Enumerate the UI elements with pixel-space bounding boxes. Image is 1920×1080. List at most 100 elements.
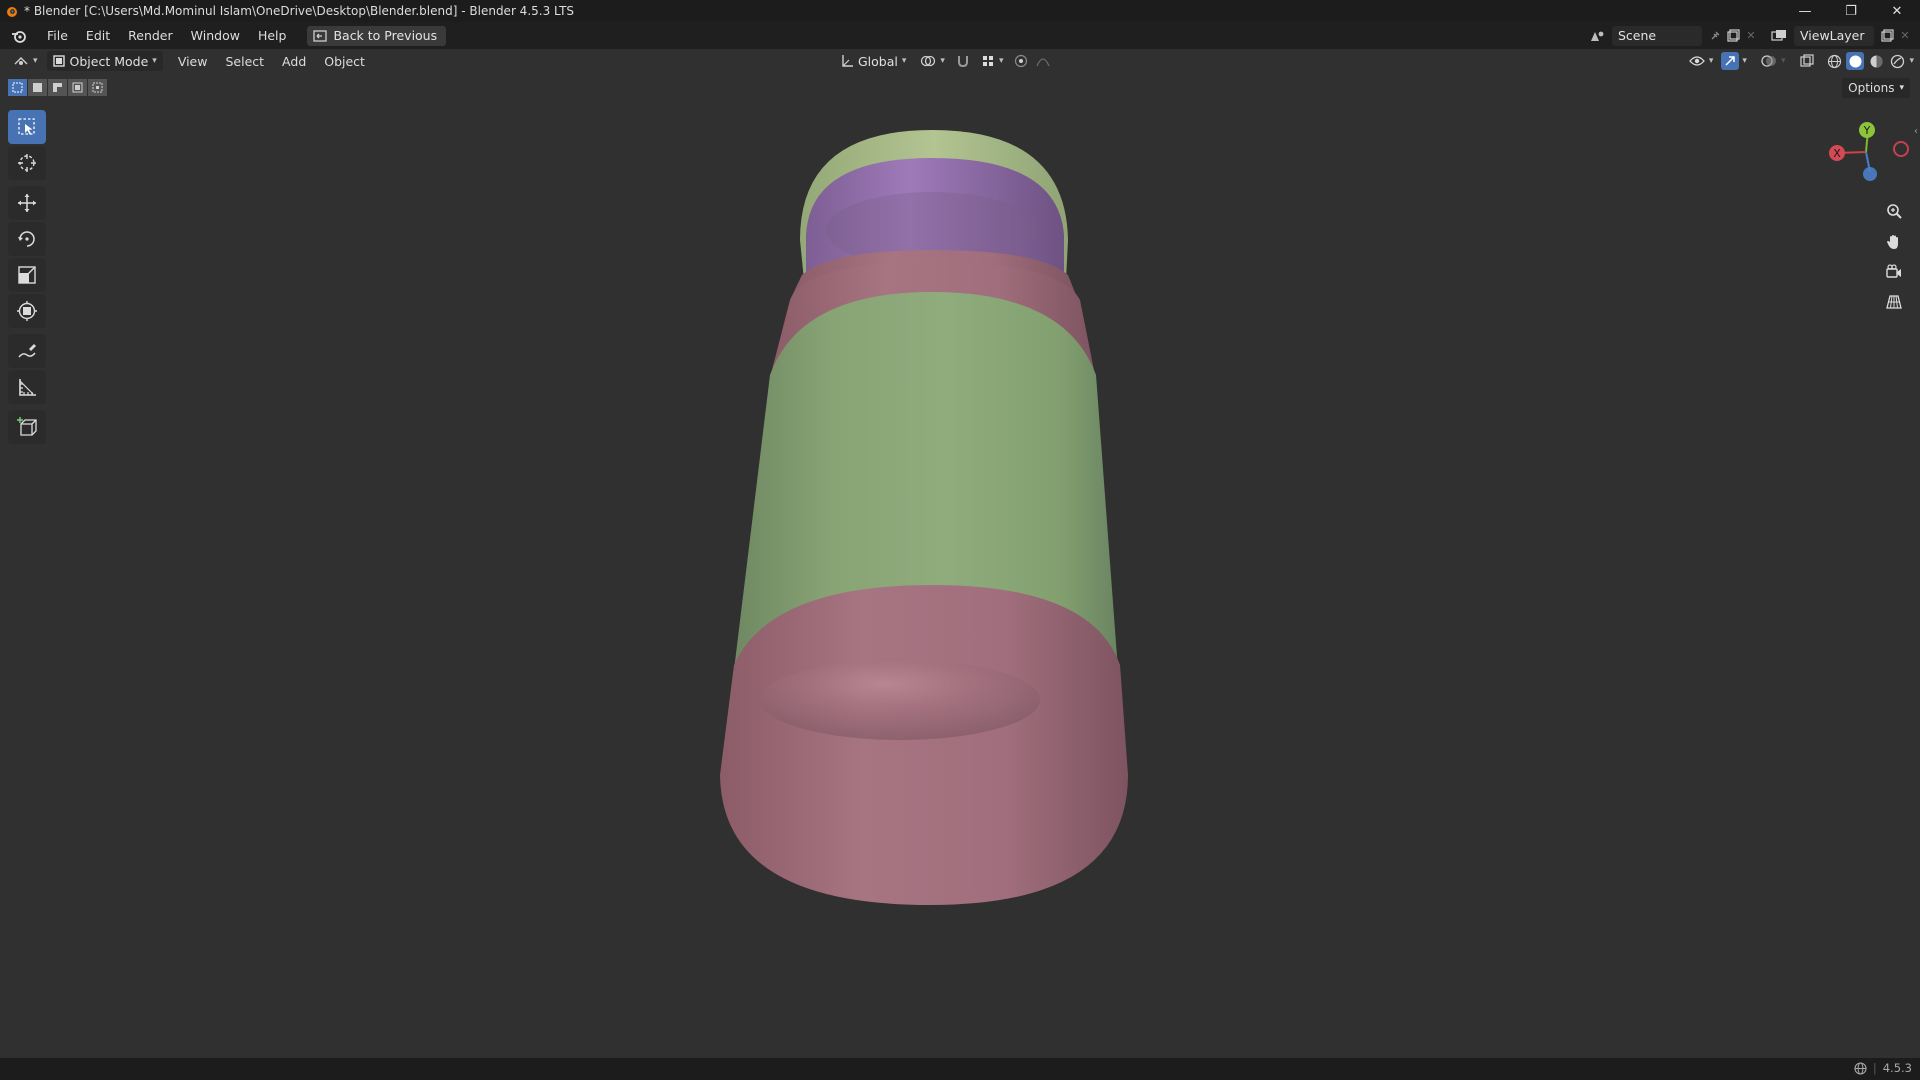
snap-toggle-icon[interactable] (954, 52, 972, 70)
pin-icon[interactable] (1706, 27, 1724, 45)
scene-name-field[interactable]: Scene (1612, 25, 1702, 46)
menu-window[interactable]: Window (182, 28, 249, 43)
select-new-icon[interactable] (8, 79, 27, 96)
scene-selector-icon[interactable] (1588, 27, 1606, 45)
3d-viewport-icon (14, 57, 28, 65)
transform-tool[interactable] (8, 294, 46, 328)
sidebar-toggle-icon[interactable]: ‹ (1914, 126, 1918, 137)
new-scene-icon[interactable] (1724, 27, 1742, 45)
editor-type-dropdown[interactable]: ▾ (8, 51, 43, 71)
blender-menu-icon[interactable] (8, 26, 30, 46)
mode-label: Object Mode (69, 53, 149, 69)
measure-tool[interactable] (8, 370, 46, 404)
options-dropdown[interactable]: Options ▾ (1842, 78, 1910, 98)
minimize-button[interactable]: — (1782, 0, 1828, 22)
gizmo-z-axis[interactable] (1863, 167, 1877, 181)
gizmo-dropdown-chevron[interactable]: ▾ (1742, 56, 1747, 66)
menu-select[interactable]: Select (216, 54, 273, 69)
select-box-tool[interactable] (8, 110, 46, 144)
scene-name: Scene (1618, 28, 1657, 43)
back-to-previous-button[interactable]: Back to Previous (307, 25, 447, 46)
menu-edit[interactable]: Edit (77, 28, 119, 43)
object-mode-icon (52, 55, 65, 67)
menu-file[interactable]: File (38, 28, 77, 43)
menu-help[interactable]: Help (249, 28, 296, 43)
menu-add[interactable]: Add (273, 54, 315, 69)
pan-hand-icon (1887, 235, 1898, 249)
overlays-dropdown-chevron[interactable]: ▾ (1781, 56, 1786, 66)
transform-icon (17, 301, 37, 321)
zoom-button[interactable] (1880, 198, 1908, 226)
select-invert-icon[interactable] (68, 79, 87, 96)
move-tool[interactable] (8, 186, 46, 220)
select-subtract-icon[interactable] (48, 79, 67, 96)
solid-shading-icon[interactable] (1846, 52, 1865, 70)
view-layer-icon[interactable] (1770, 27, 1788, 45)
annotate-icon (18, 344, 36, 358)
orientation-label: Global (858, 53, 898, 69)
gizmo-neg-x-axis[interactable] (1893, 141, 1909, 157)
add-cube-icon (17, 417, 37, 436)
network-globe-icon (1854, 1061, 1867, 1075)
annotate-tool[interactable] (8, 334, 46, 368)
viewport-header: ▾ Object Mode ▾ View Select Add Object G… (0, 49, 1920, 73)
view-layer-field[interactable]: ViewLayer (1794, 25, 1874, 46)
rotate-icon (18, 231, 35, 247)
selectability-eye-icon (1689, 56, 1705, 66)
viewport-3d-object[interactable] (0, 0, 1920, 1080)
cursor-tool[interactable] (8, 146, 46, 180)
options-label: Options (1848, 81, 1895, 95)
chevron-down-icon: ▾ (1708, 56, 1714, 66)
menu-view[interactable]: View (169, 54, 217, 69)
chevron-down-icon: ▾ (1899, 83, 1904, 93)
close-button[interactable]: ✕ (1874, 0, 1920, 22)
camera-view-button[interactable] (1880, 258, 1908, 286)
new-view-layer-icon[interactable] (1878, 27, 1896, 45)
wireframe-shading-icon[interactable] (1825, 52, 1843, 70)
rendered-shading-icon[interactable] (1888, 52, 1906, 70)
pan-button[interactable] (1880, 228, 1908, 256)
select-extend-icon[interactable] (28, 79, 47, 96)
mode-dropdown[interactable]: Object Mode ▾ (46, 51, 163, 71)
rotate-tool[interactable] (8, 222, 46, 256)
gizmo-x-label: X (1833, 147, 1841, 160)
selection-mode-buttons (8, 79, 107, 96)
menu-render[interactable]: Render (119, 28, 182, 43)
snap-grid-icon (982, 56, 993, 66)
delete-view-layer-icon[interactable]: ✕ (1896, 27, 1914, 45)
tool-shelf (8, 110, 46, 446)
measure-icon (19, 379, 36, 396)
chevron-down-icon: ▾ (998, 56, 1004, 66)
show-gizmo-icon[interactable] (1721, 52, 1740, 70)
maximize-button[interactable]: ❐ (1828, 0, 1874, 22)
move-icon (18, 194, 36, 212)
gizmo-y-label: Y (1863, 124, 1871, 137)
camera-view-icon (1886, 264, 1901, 278)
add-cube-tool[interactable] (8, 410, 46, 444)
material-preview-icon[interactable] (1867, 52, 1885, 70)
select-intersect-icon[interactable] (88, 79, 107, 96)
perspective-grid-icon (1886, 295, 1902, 309)
title-bar: * Blender [C:\Users\Md.Mominul Islam\One… (0, 0, 1920, 22)
navigation-gizmo[interactable]: Y X (1820, 118, 1920, 193)
shading-dropdown-chevron[interactable]: ▾ (1909, 56, 1914, 66)
menu-object[interactable]: Object (315, 54, 374, 69)
xray-toggle-icon[interactable] (1798, 52, 1816, 70)
back-to-previous-label: Back to Previous (333, 28, 438, 43)
scale-icon (18, 266, 36, 284)
window-title: * Blender [C:\Users\Md.Mominul Islam\One… (24, 4, 575, 18)
perspective-toggle-button[interactable] (1880, 288, 1908, 316)
back-screen-icon (313, 29, 328, 42)
pivot-point-dropdown[interactable]: ▾ (915, 51, 950, 71)
overlays-icon[interactable] (1760, 52, 1778, 70)
proportional-editing-icon[interactable] (1012, 52, 1030, 70)
delete-scene-icon[interactable]: ✕ (1742, 27, 1760, 45)
snap-target-dropdown[interactable]: ▾ (976, 51, 1009, 71)
visibility-dropdown[interactable]: ▾ (1684, 51, 1719, 71)
cursor-icon (18, 154, 36, 172)
falloff-icon[interactable] (1034, 52, 1052, 70)
transform-orientation-dropdown[interactable]: Global ▾ (835, 51, 911, 71)
zoom-icon (1887, 204, 1902, 219)
scale-tool[interactable] (8, 258, 46, 292)
version-label: 4.5.3 (1882, 1061, 1912, 1075)
